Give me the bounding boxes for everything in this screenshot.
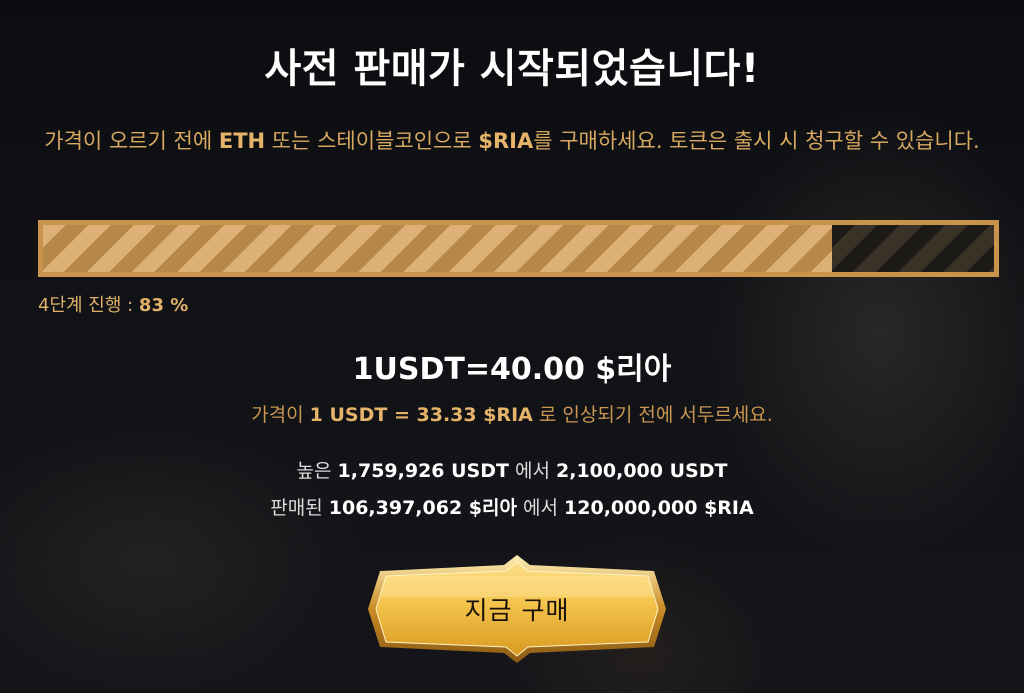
progress-fill	[43, 225, 833, 272]
subtitle-text-2: 또는 스테이블코인으로	[265, 129, 479, 153]
next-rate-text-2: 로 인상되기 전에 서두르세요.	[532, 404, 773, 426]
stage-progress-value: 83 %	[138, 295, 189, 316]
raised-target: 2,100,000 USDT	[556, 460, 728, 482]
eth-highlight: ETH	[218, 129, 266, 153]
presale-subtitle: 가격이 오르기 전에 ETH 또는 스테이블코인으로 $RIA를 구매하세요. …	[40, 121, 984, 161]
raised-value: 1,759,926 USDT	[337, 460, 509, 482]
sold-of: 에서	[516, 497, 565, 519]
stage-progress-label: 4단계 진행 : 83 %	[38, 291, 188, 317]
ria-highlight: $RIA	[478, 129, 534, 153]
buy-now-label[interactable]: 지금 구매	[362, 553, 672, 665]
sold-target: 120,000,000 $RIA	[564, 497, 754, 519]
buy-now-button[interactable]: 지금 구매	[362, 553, 672, 665]
stage-progress-prefix: 4단계 진행 :	[38, 295, 139, 316]
next-rate-text-1: 가격이	[251, 404, 310, 426]
presale-page: 사전 판매가 시작되었습니다! 가격이 오르기 전에 ETH 또는 스테이블코인…	[0, 0, 1024, 693]
sold-prefix: 판매된	[270, 497, 329, 519]
page-title: 사전 판매가 시작되었습니다!	[264, 46, 760, 92]
progress-remaining	[832, 225, 994, 272]
subtitle-text-1: 가격이 오르기 전에	[44, 129, 219, 153]
next-rate-note: 가격이 1 USDT = 33.33 $RIA 로 인상되기 전에 서두르세요.	[0, 400, 1024, 427]
raised-stat: 높은 1,759,926 USDT 에서 2,100,000 USDT	[0, 456, 1024, 483]
raised-of: 에서	[508, 460, 557, 482]
next-rate-value: 1 USDT = 33.33 $RIA	[309, 404, 533, 426]
sold-value: 106,397,062 $리아	[328, 497, 517, 519]
current-rate: 1USDT=40.00 $리아	[352, 352, 672, 387]
sold-stat: 판매된 106,397,062 $리아 에서 120,000,000 $RIA	[0, 493, 1024, 520]
raised-prefix: 높은	[296, 460, 338, 482]
presale-progress-bar	[38, 220, 999, 277]
subtitle-text-3: 를 구매하세요. 토큰은 출시 시 청구할 수 있습니다.	[533, 129, 980, 153]
